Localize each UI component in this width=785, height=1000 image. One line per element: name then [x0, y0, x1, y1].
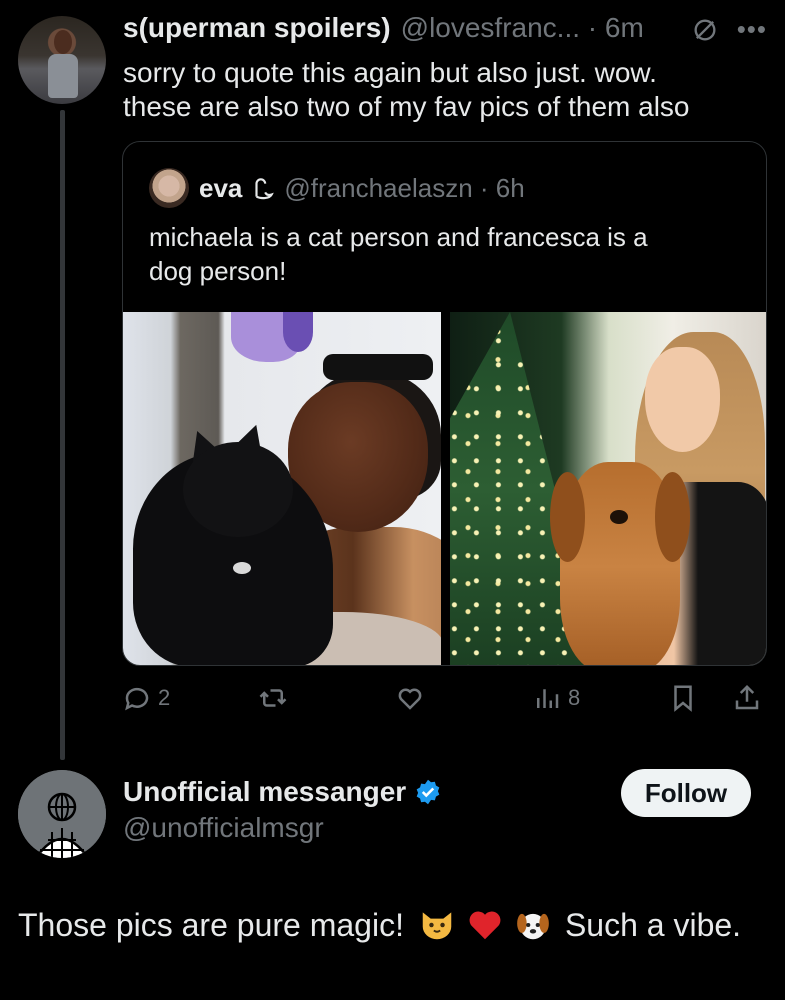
post-author-avatar[interactable]: [18, 16, 106, 104]
post-header-icons: •••: [691, 14, 767, 45]
speech-bubble-icon: [125, 687, 149, 711]
views-count: 8: [568, 685, 581, 710]
bar-chart-icon: [537, 689, 559, 708]
more-icon[interactable]: •••: [737, 14, 767, 45]
cat-face-emoji-icon: [422, 912, 452, 940]
reply-count: 2: [158, 685, 171, 710]
follow-button[interactable]: Follow: [621, 769, 751, 817]
dog-ear: [550, 472, 585, 562]
bookmark-icon: [674, 685, 692, 712]
quote-author-avatar[interactable]: [149, 168, 189, 208]
comment-text-start: Those pics are pure magic!: [18, 906, 404, 943]
bookmark-button[interactable]: [668, 676, 698, 720]
comment-text: Those pics are pure magic! Such a vibe.: [18, 906, 741, 944]
post-header: s(uperman spoilers) @lovesfranc... · 6m: [123, 12, 644, 44]
dog-nose: [610, 510, 628, 524]
quote-header: eva @franchaelaszn · 6h: [149, 168, 525, 208]
suggested-user-name[interactable]: Unofficial messanger: [123, 776, 406, 808]
cat-white-spot: [233, 562, 251, 574]
verified-badge-icon: [416, 779, 440, 805]
avatar-head: [54, 30, 72, 54]
reply-button[interactable]: 2: [122, 676, 170, 720]
dog-ear: [655, 472, 690, 562]
comment-text-end: Such a vibe.: [564, 906, 742, 943]
quote-author-name[interactable]: eva: [199, 173, 242, 204]
photo-woman-with-cat[interactable]: [123, 312, 441, 665]
photo-woman-with-dog[interactable]: [450, 312, 766, 665]
quote-author-meta[interactable]: @franchaelaszn · 6h: [284, 173, 524, 204]
suggested-user-avatar[interactable]: [18, 770, 106, 858]
repost-icon: [259, 689, 287, 707]
quoted-post[interactable]: eva @franchaelaszn · 6h michaela is a ca…: [122, 141, 767, 666]
avatar-figure: [48, 54, 78, 98]
cat-head: [183, 442, 293, 537]
like-button[interactable]: [395, 676, 425, 720]
post-author-name[interactable]: s(uperman spoilers): [123, 12, 391, 44]
thread-line: [60, 110, 65, 760]
sunglasses: [323, 354, 433, 380]
repost-button[interactable]: [258, 676, 288, 720]
circle-slash-icon[interactable]: [691, 16, 719, 44]
suggested-user-name-row[interactable]: Unofficial messanger: [123, 774, 442, 810]
share-icon: [735, 684, 759, 710]
share-button[interactable]: [732, 676, 762, 720]
woman-face: [645, 347, 720, 452]
wall-art: [283, 312, 313, 352]
red-heart-emoji-icon: [469, 911, 501, 940]
post-text: sorry to quote this again but also just.…: [123, 57, 690, 122]
quote-text: michaela is a cat person and francesca i…: [149, 222, 648, 286]
globe-icon: [18, 770, 106, 858]
heart-icon: [398, 688, 422, 710]
suggested-user-handle[interactable]: @unofficialmsgr: [123, 812, 324, 844]
swan-emoji-icon: [255, 178, 275, 200]
dog-face-emoji-icon: [517, 913, 549, 940]
post-author-meta[interactable]: @lovesfranc... · 6m: [401, 12, 644, 44]
post-actions-bar: 2 8: [122, 676, 767, 720]
views-button[interactable]: 8: [532, 676, 580, 720]
